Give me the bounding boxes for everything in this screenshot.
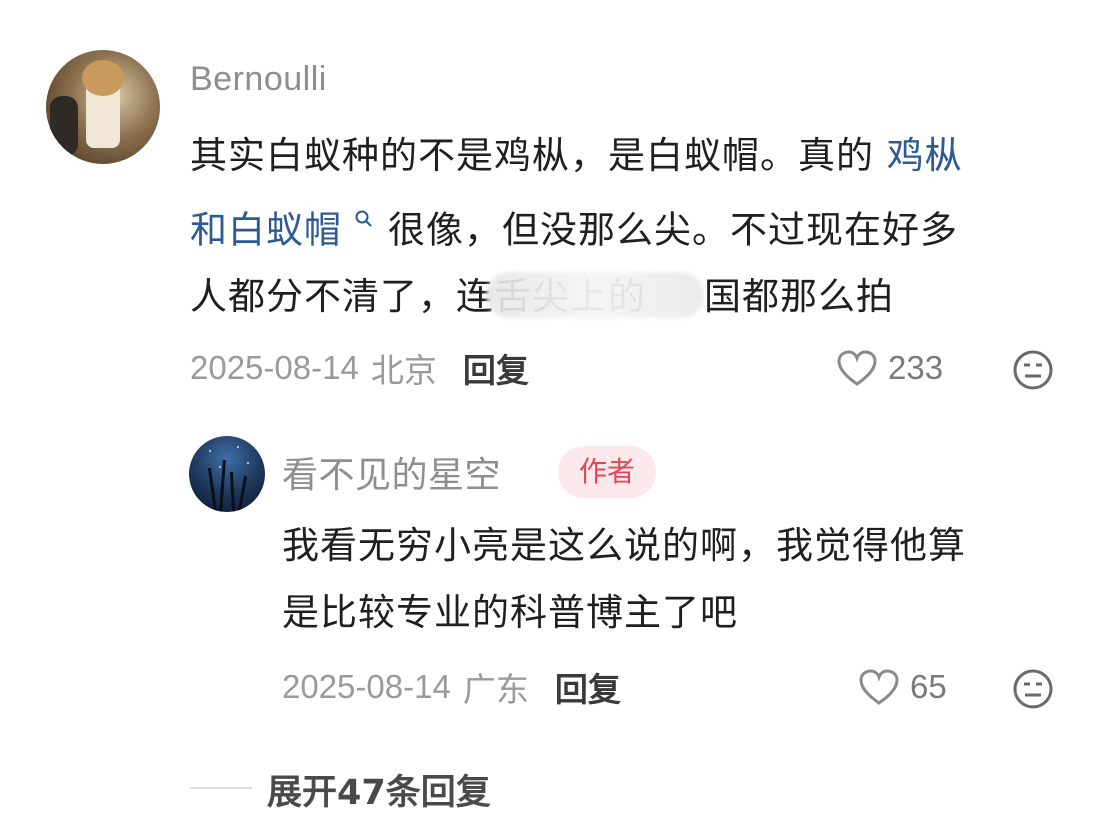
- divider: [190, 787, 252, 789]
- comment-meta: 2025-08-14 北京 回复: [190, 346, 529, 390]
- blurred-overlay: [486, 271, 704, 318]
- reply-button[interactable]: 回复: [463, 344, 529, 392]
- reply-location: 广东: [462, 671, 529, 708]
- heart-icon: [837, 350, 877, 386]
- dislike-face-icon: [1013, 669, 1053, 709]
- reply-like-button[interactable]: 65: [858, 665, 947, 709]
- dislike-button[interactable]: [1012, 349, 1054, 395]
- reply-meta: 2025-08-14 广东 回复: [282, 665, 621, 709]
- reply-date: 2025-08-14: [282, 668, 451, 705]
- comment-text: 其实白蚁种的不是鸡枞，是白蚁帽。真的 鸡枞 和白蚁帽 很像，但没那么尖。不过现在…: [190, 122, 1090, 330]
- heart-icon: [859, 669, 899, 705]
- like-button[interactable]: 233: [836, 346, 943, 390]
- reply-like-count: 65: [910, 668, 947, 705]
- commenter-username[interactable]: Bernoulli: [190, 60, 327, 99]
- comment-date: 2025-08-14: [190, 349, 359, 386]
- keyword-link[interactable]: 鸡枞: [887, 134, 963, 177]
- search-icon[interactable]: [346, 210, 382, 235]
- dislike-face-icon: [1013, 350, 1053, 390]
- expand-replies-button[interactable]: 展开47条回复: [267, 764, 491, 815]
- comment-text-line3b: 国都那么拍: [704, 275, 894, 319]
- author-badge: 作者: [558, 446, 656, 498]
- like-count: 233: [888, 349, 944, 386]
- reply-dislike-button[interactable]: [1012, 668, 1054, 714]
- commenter-avatar[interactable]: [46, 50, 160, 164]
- reply-reply-button[interactable]: 回复: [555, 663, 621, 711]
- replier-username[interactable]: 看不见的星空: [282, 446, 501, 498]
- comment-text-line2: 很像，但没那么尖。不过现在好多: [388, 208, 958, 252]
- comment-location: 北京: [370, 352, 437, 389]
- reply-text-line2: 是比较专业的科普博主了吧: [282, 591, 738, 634]
- reply-text: 我看无穷小亮是这么说的啊，我觉得他算 是比较专业的科普博主了吧: [282, 512, 1102, 646]
- comment-text-line1: 其实白蚁种的不是鸡枞，是白蚁帽。真的: [190, 134, 887, 177]
- keyword-link-cont[interactable]: 和白蚁帽: [190, 208, 342, 251]
- replier-avatar[interactable]: [189, 436, 265, 512]
- reply-text-line1: 我看无穷小亮是这么说的啊，我觉得他算: [282, 524, 966, 567]
